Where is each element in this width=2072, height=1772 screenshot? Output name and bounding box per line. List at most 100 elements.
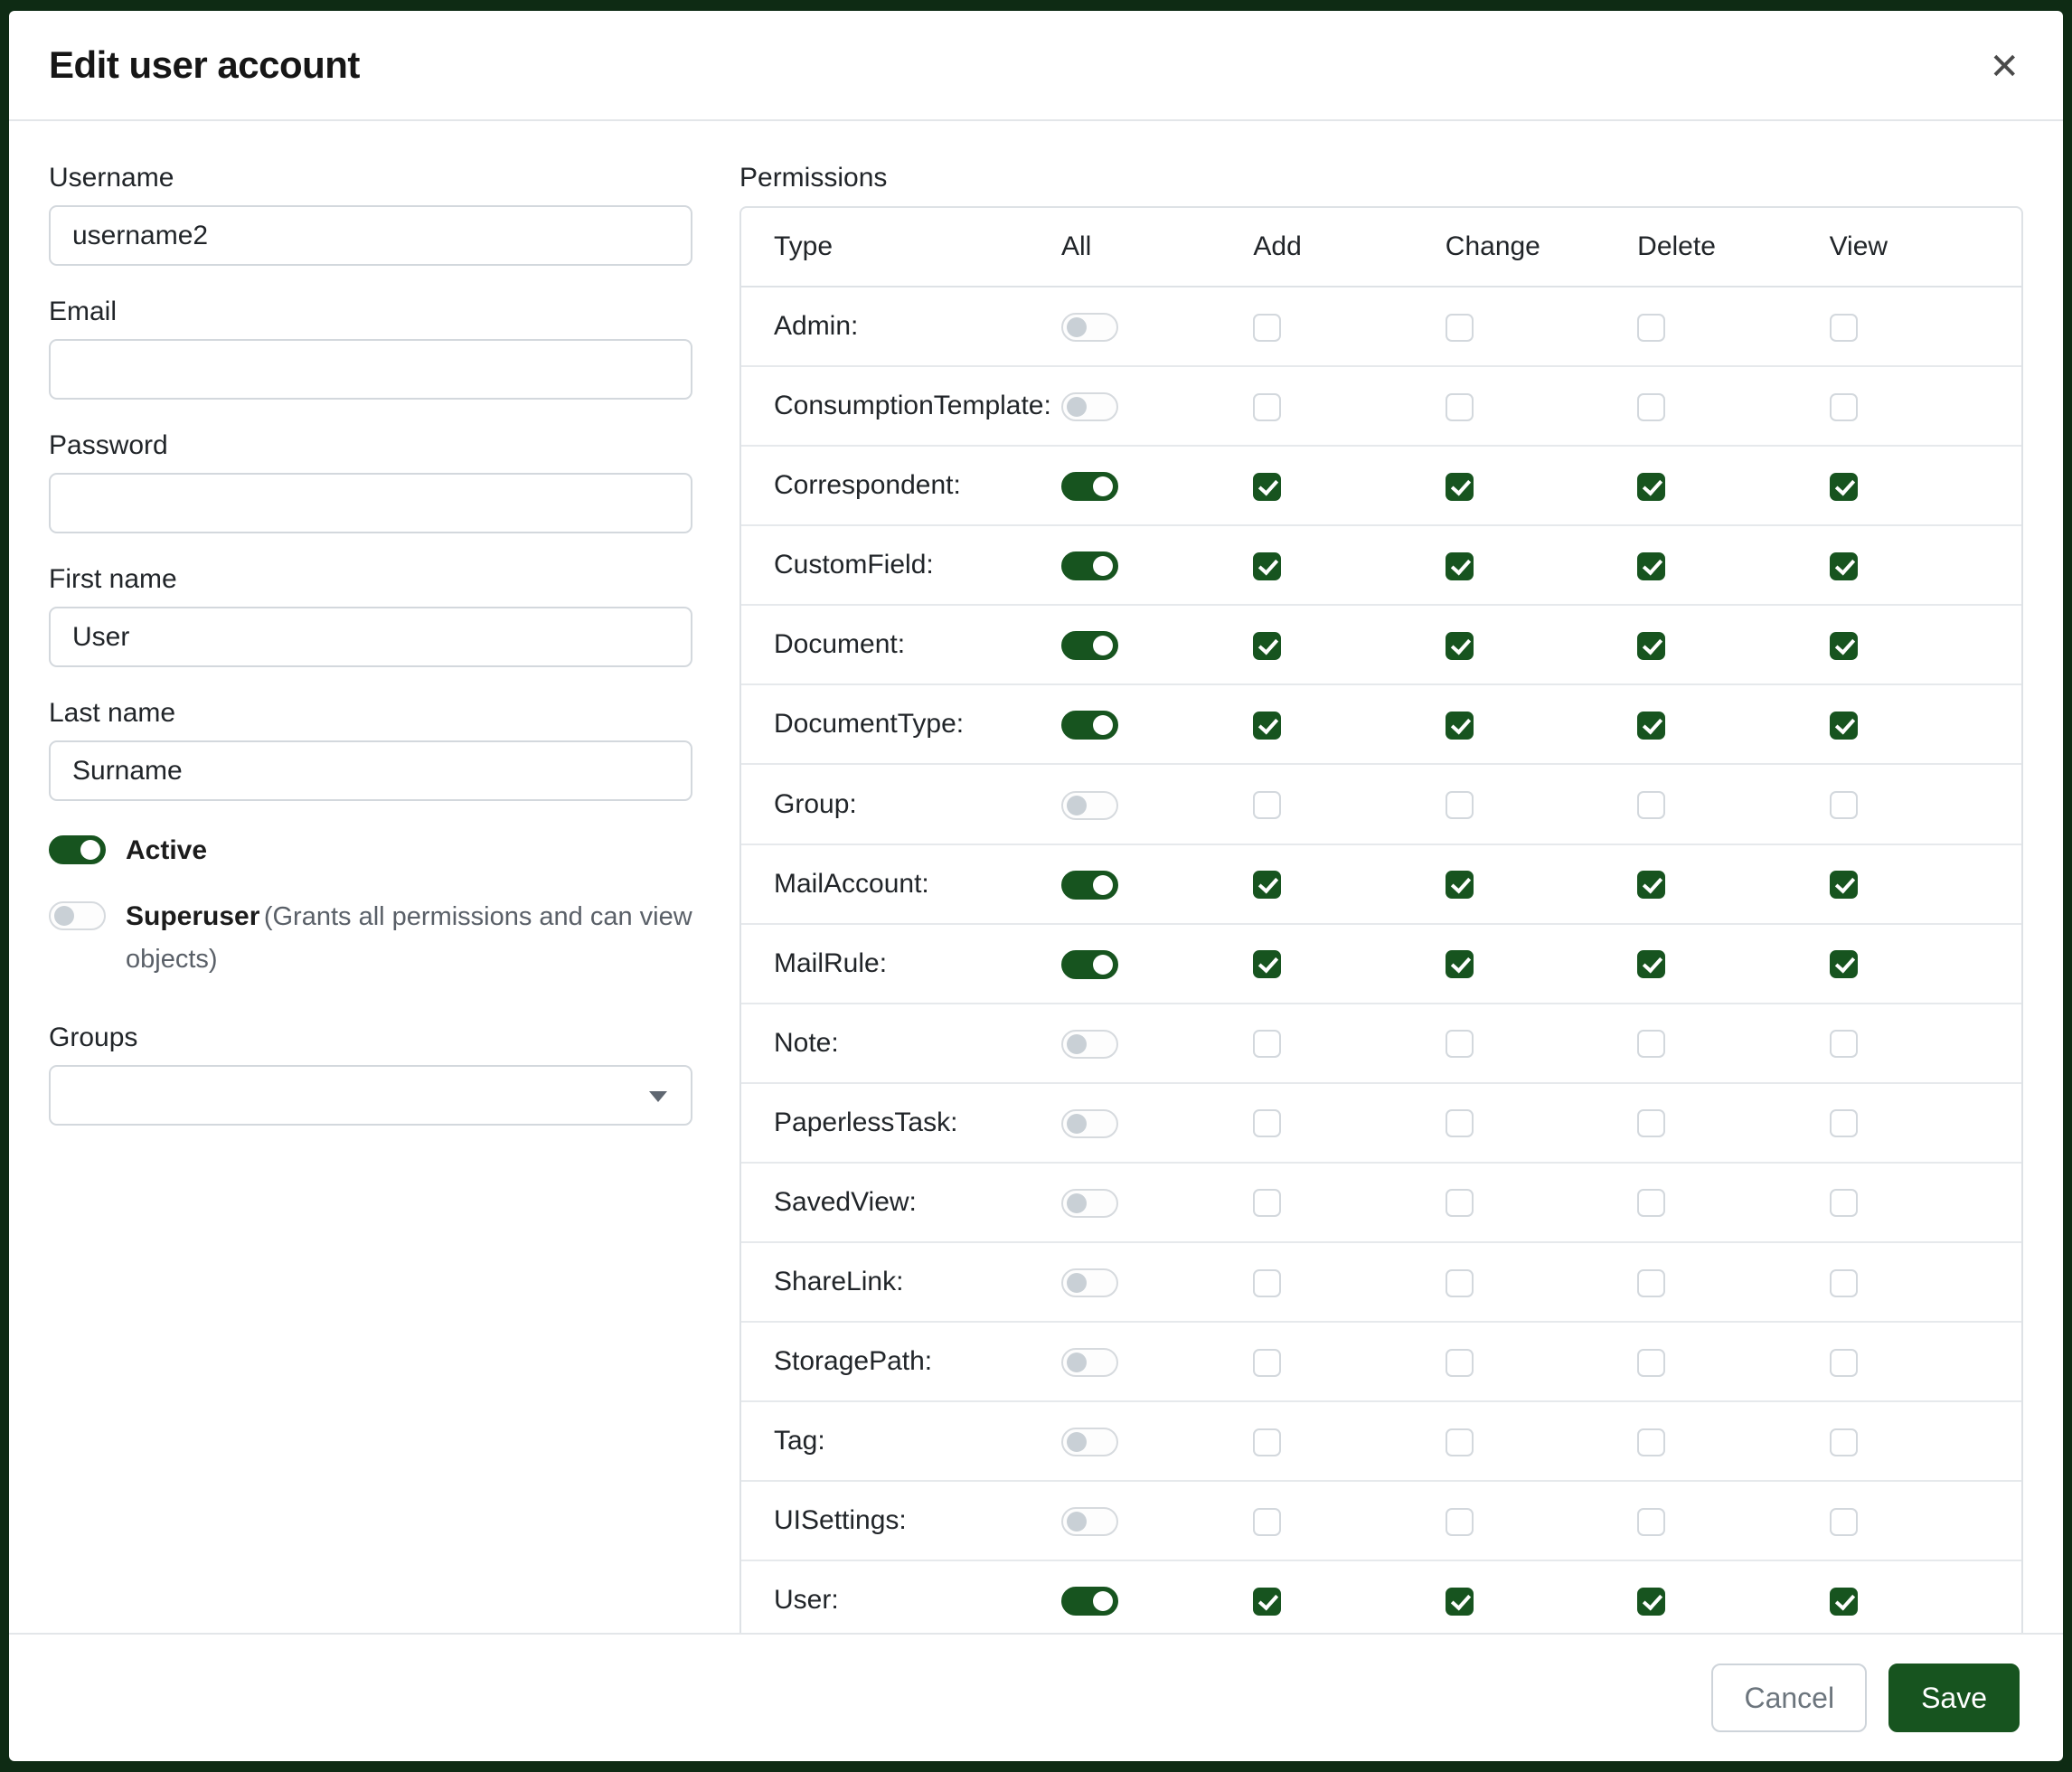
permission-view-checkbox[interactable] [1830, 473, 1858, 501]
permission-change-checkbox[interactable] [1446, 632, 1474, 660]
permission-delete-checkbox[interactable] [1637, 314, 1665, 342]
permission-all-toggle[interactable] [1061, 1189, 1118, 1218]
last-name-field[interactable] [49, 740, 692, 801]
permission-delete-checkbox[interactable] [1637, 1030, 1665, 1058]
permission-add-checkbox[interactable] [1253, 1030, 1281, 1058]
permission-all-toggle[interactable] [1061, 1507, 1118, 1536]
permission-view-checkbox[interactable] [1830, 632, 1858, 660]
permission-delete-checkbox[interactable] [1637, 712, 1665, 740]
permission-add-checkbox[interactable] [1253, 473, 1281, 501]
permission-change-checkbox[interactable] [1446, 1109, 1474, 1137]
email-field[interactable] [49, 339, 692, 400]
permission-view-checkbox[interactable] [1830, 393, 1858, 421]
permission-change-checkbox[interactable] [1446, 1428, 1474, 1456]
permission-view-checkbox[interactable] [1830, 1030, 1858, 1058]
permission-all-toggle[interactable] [1061, 950, 1118, 979]
permission-change-checkbox[interactable] [1446, 871, 1474, 899]
permission-view-checkbox[interactable] [1830, 314, 1858, 342]
permission-delete-checkbox[interactable] [1637, 1189, 1665, 1217]
permission-add-checkbox[interactable] [1253, 1269, 1281, 1297]
permission-view-checkbox[interactable] [1830, 1428, 1858, 1456]
permission-all-toggle[interactable] [1061, 1268, 1118, 1297]
permission-all-toggle[interactable] [1061, 313, 1118, 342]
permission-view-checkbox[interactable] [1830, 1588, 1858, 1616]
permission-view-checkbox[interactable] [1830, 950, 1858, 978]
permission-delete-checkbox[interactable] [1637, 473, 1665, 501]
permission-change-checkbox[interactable] [1446, 314, 1474, 342]
permission-add-checkbox[interactable] [1253, 552, 1281, 580]
permission-delete-checkbox[interactable] [1637, 871, 1665, 899]
permission-delete-checkbox[interactable] [1637, 552, 1665, 580]
permission-add-checkbox[interactable] [1253, 1349, 1281, 1377]
permission-change-checkbox[interactable] [1446, 1588, 1474, 1616]
permission-change-checkbox[interactable] [1446, 1349, 1474, 1377]
permission-all-toggle[interactable] [1061, 871, 1118, 900]
permission-view-checkbox[interactable] [1830, 1269, 1858, 1297]
permission-all-toggle[interactable] [1061, 551, 1118, 580]
permission-delete-checkbox[interactable] [1637, 1349, 1665, 1377]
permission-change-checkbox[interactable] [1446, 552, 1474, 580]
close-icon[interactable]: ✕ [1987, 43, 2021, 90]
permission-change-checkbox[interactable] [1446, 473, 1474, 501]
permission-change-checkbox[interactable] [1446, 1508, 1474, 1536]
permission-view-checkbox[interactable] [1830, 791, 1858, 819]
permission-add-checkbox[interactable] [1253, 632, 1281, 660]
permission-add-checkbox[interactable] [1253, 950, 1281, 978]
permission-all-toggle[interactable] [1061, 791, 1118, 820]
permission-view-checkbox[interactable] [1830, 712, 1858, 740]
superuser-toggle[interactable] [49, 901, 106, 930]
permission-all-toggle[interactable] [1061, 1030, 1118, 1059]
permission-add-checkbox[interactable] [1253, 712, 1281, 740]
cancel-button[interactable]: Cancel [1711, 1664, 1867, 1732]
permission-add-checkbox[interactable] [1253, 1428, 1281, 1456]
permission-change-checkbox[interactable] [1446, 712, 1474, 740]
permission-view-checkbox[interactable] [1830, 1109, 1858, 1137]
permission-all-toggle[interactable] [1061, 711, 1118, 740]
permission-delete-checkbox[interactable] [1637, 1588, 1665, 1616]
permission-view-checkbox[interactable] [1830, 1349, 1858, 1377]
permission-add-checkbox[interactable] [1253, 871, 1281, 899]
groups-select[interactable] [49, 1065, 692, 1126]
permission-view-checkbox[interactable] [1830, 871, 1858, 899]
permission-change-checkbox[interactable] [1446, 1189, 1474, 1217]
permission-add-checkbox[interactable] [1253, 1189, 1281, 1217]
permission-delete-checkbox[interactable] [1637, 1269, 1665, 1297]
permission-view-checkbox[interactable] [1830, 1189, 1858, 1217]
permission-add-checkbox[interactable] [1253, 314, 1281, 342]
modal-title: Edit user account [49, 43, 360, 87]
permission-all-toggle[interactable] [1061, 1348, 1118, 1377]
permission-all-toggle[interactable] [1061, 1428, 1118, 1456]
permission-delete-checkbox[interactable] [1637, 393, 1665, 421]
permission-change-checkbox[interactable] [1446, 1030, 1474, 1058]
permission-all-toggle[interactable] [1061, 1587, 1118, 1616]
permission-change-checkbox[interactable] [1446, 791, 1474, 819]
permission-add-checkbox[interactable] [1253, 791, 1281, 819]
permission-delete-checkbox[interactable] [1637, 791, 1665, 819]
permission-delete-checkbox[interactable] [1637, 1109, 1665, 1137]
permission-all-toggle[interactable] [1061, 1109, 1118, 1138]
permission-add-checkbox[interactable] [1253, 1109, 1281, 1137]
permission-delete-checkbox[interactable] [1637, 1508, 1665, 1536]
permission-change-checkbox[interactable] [1446, 393, 1474, 421]
permissions-table-row: StoragePath: [741, 1321, 2021, 1400]
groups-input[interactable] [49, 1065, 692, 1126]
permission-delete-checkbox[interactable] [1637, 632, 1665, 660]
permission-all-toggle[interactable] [1061, 392, 1118, 421]
permission-add-checkbox[interactable] [1253, 393, 1281, 421]
permission-add-checkbox[interactable] [1253, 1588, 1281, 1616]
permission-delete-checkbox[interactable] [1637, 950, 1665, 978]
save-button[interactable]: Save [1888, 1664, 2020, 1732]
permission-add-checkbox[interactable] [1253, 1508, 1281, 1536]
permission-type-label: Group: [741, 763, 1061, 843]
username-field[interactable] [49, 205, 692, 266]
permission-delete-checkbox[interactable] [1637, 1428, 1665, 1456]
permission-view-checkbox[interactable] [1830, 1508, 1858, 1536]
permission-change-checkbox[interactable] [1446, 1269, 1474, 1297]
password-field[interactable] [49, 473, 692, 533]
permission-change-checkbox[interactable] [1446, 950, 1474, 978]
active-toggle[interactable] [49, 835, 106, 864]
permission-view-checkbox[interactable] [1830, 552, 1858, 580]
first-name-field[interactable] [49, 607, 692, 667]
permission-all-toggle[interactable] [1061, 631, 1118, 660]
permission-all-toggle[interactable] [1061, 472, 1118, 501]
